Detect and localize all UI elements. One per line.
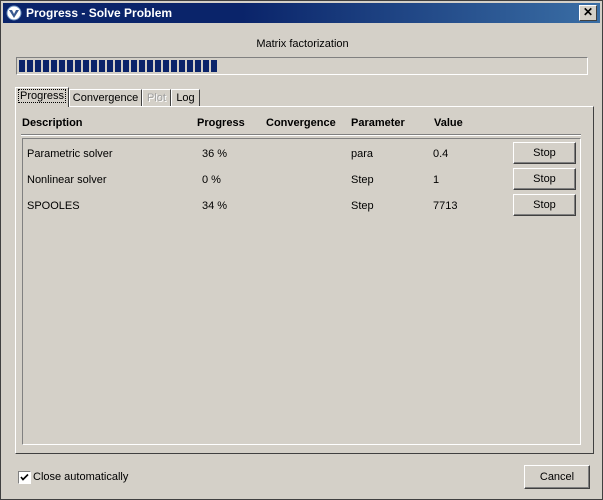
progress-segment — [67, 60, 73, 72]
progress-segment — [19, 60, 25, 72]
progress-segment — [83, 60, 89, 72]
progress-segment — [147, 60, 153, 72]
close-automatically-checkbox[interactable] — [18, 471, 31, 484]
tab-label: Convergence — [72, 92, 139, 104]
progress-segment — [131, 60, 137, 72]
progress-segment — [195, 60, 201, 72]
checkmark-icon — [20, 473, 29, 481]
stop-button-nonlinear[interactable]: Stop — [513, 168, 576, 190]
row-description: SPOOLES — [27, 200, 80, 212]
row-parameter: para — [351, 148, 374, 160]
app-logo-icon — [6, 5, 22, 21]
tab-plot: Plot — [142, 89, 171, 107]
row-value: 7713 — [433, 200, 458, 212]
col-header-description: Description — [22, 117, 83, 129]
col-header-progress: Progress — [197, 117, 245, 129]
stop-button-parametric[interactable]: Stop — [513, 142, 576, 164]
progress-segment — [155, 60, 161, 72]
progress-segment — [211, 60, 217, 72]
progress-segment — [91, 60, 97, 72]
progress-segment — [123, 60, 129, 72]
col-header-parameter: Parameter — [351, 117, 405, 129]
cancel-button[interactable]: Cancel — [524, 465, 590, 489]
row-parameter: Step — [351, 174, 374, 186]
row-description: Nonlinear solver — [27, 174, 107, 186]
tab-label: Progress — [17, 89, 67, 103]
progress-segment — [171, 60, 177, 72]
progress-segment — [59, 60, 65, 72]
progress-segment — [107, 60, 113, 72]
tab-log[interactable]: Log — [171, 89, 200, 107]
row-progress: 34 % — [202, 200, 228, 212]
progress-segment — [163, 60, 169, 72]
tab-progress[interactable]: Progress — [15, 87, 69, 107]
col-header-value: Value — [434, 117, 463, 129]
title-bar[interactable]: Progress - Solve Problem ✕ — [3, 3, 600, 23]
progress-segment — [51, 60, 57, 72]
tab-convergence[interactable]: Convergence — [69, 89, 142, 107]
tab-label: Plot — [147, 92, 166, 104]
progress-segment — [179, 60, 185, 72]
close-button[interactable]: ✕ — [579, 5, 597, 21]
progress-segment — [203, 60, 209, 72]
row-description: Parametric solver — [27, 148, 113, 160]
progress-dialog: Progress - Solve Problem ✕ Matrix factor… — [0, 0, 603, 500]
header-divider-highlight — [21, 135, 581, 136]
window-title: Progress - Solve Problem — [26, 6, 173, 20]
progress-segment — [139, 60, 145, 72]
status-text: Matrix factorization — [256, 38, 349, 50]
col-header-convergence: Convergence — [266, 117, 336, 129]
progress-segment — [27, 60, 33, 72]
progress-segment — [115, 60, 121, 72]
progress-bar-fill — [19, 60, 223, 72]
row-value: 0.4 — [433, 148, 449, 160]
progress-segment — [75, 60, 81, 72]
overall-progress-bar — [16, 57, 588, 75]
progress-segment — [187, 60, 193, 72]
row-value: 1 — [433, 174, 440, 186]
row-parameter: Step — [351, 200, 374, 212]
progress-segment — [35, 60, 41, 72]
progress-segment — [43, 60, 49, 72]
stop-button-spooles[interactable]: Stop — [513, 194, 576, 216]
close-automatically-label[interactable]: Close automatically — [33, 471, 128, 483]
close-icon: ✕ — [582, 5, 594, 19]
row-progress: 36 % — [202, 148, 228, 160]
row-progress: 0 % — [202, 174, 221, 186]
progress-segment — [99, 60, 105, 72]
tab-label: Log — [176, 92, 195, 104]
